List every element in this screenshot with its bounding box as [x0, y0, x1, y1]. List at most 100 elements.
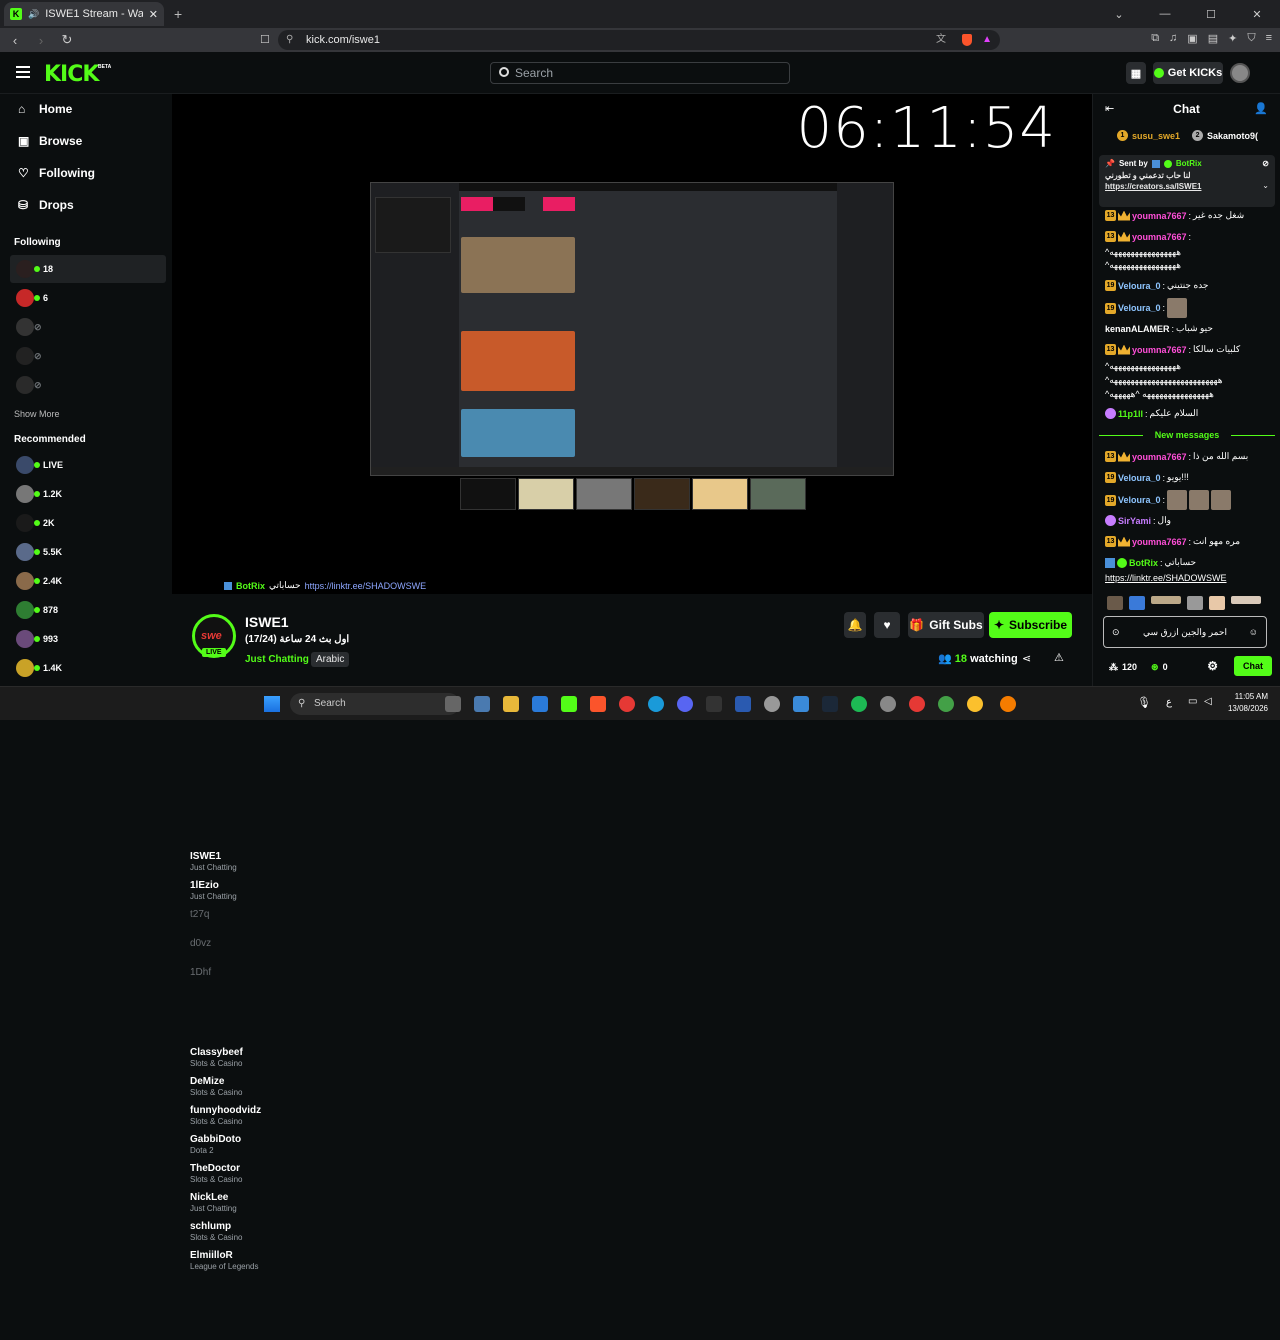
rewards-icon[interactable]: ▲	[982, 30, 992, 50]
taskbar-clock[interactable]: 11:05 AM 13/08/2026	[1228, 691, 1268, 715]
share-icon[interactable]: ⋖	[1022, 652, 1031, 665]
task-view-icon[interactable]	[445, 696, 461, 712]
media-icon[interactable]: ♫	[1169, 32, 1177, 45]
chat-users-icon[interactable]: 👤	[1254, 102, 1268, 115]
chat-username[interactable]: youmna7667	[1132, 232, 1187, 242]
folder-icon[interactable]	[503, 696, 519, 712]
chat-username[interactable]: youmna7667	[1132, 452, 1187, 462]
subscribe-button[interactable]: ✦ Subscribe	[989, 612, 1072, 638]
nav-drops[interactable]: ⛁ Drops	[18, 198, 74, 212]
emote[interactable]	[1231, 596, 1261, 604]
gifter-name[interactable]: Sakamoto9(	[1207, 131, 1258, 141]
following-channel-d0vz[interactable]: d0vz ⊘	[10, 342, 1110, 1028]
following-channel-t27q[interactable]: t27q ⊘	[10, 313, 1110, 999]
emoji-icon[interactable]: ☺	[1249, 617, 1258, 647]
unpin-icon[interactable]: ⊘	[1262, 159, 1269, 168]
chat-username[interactable]: kenanALAMER	[1105, 324, 1170, 334]
forward-button[interactable]: ›	[30, 33, 52, 48]
menu-icon[interactable]: ≡	[1266, 32, 1272, 45]
translate-icon[interactable]: 文	[936, 30, 946, 50]
language-indicator[interactable]: ع	[1166, 697, 1172, 708]
recommended-channel[interactable]: GabbiDoto Dota 2 5.5K	[10, 538, 1110, 1224]
following-channel-iswe1[interactable]: ISWE1 Just Chatting 18	[10, 255, 1110, 941]
taskbar-search[interactable]: ⚲ Search	[290, 693, 460, 715]
nav-browse[interactable]: ▣ Browse	[18, 134, 82, 148]
recommended-channel[interactable]: ElmiilloR League of Legends 1.4K	[10, 654, 1110, 1340]
recommended-channel[interactable]: NickLee Just Chatting 878	[10, 596, 1110, 1282]
follow-button[interactable]: ♥	[874, 612, 900, 638]
brave-shield-icon[interactable]	[962, 34, 972, 46]
kicks-count[interactable]: 0	[1163, 662, 1168, 672]
streamer-name[interactable]: ISWE1	[245, 614, 289, 630]
report-icon[interactable]: ⚠	[1054, 651, 1064, 664]
chat-input[interactable]: ⊙ احمر والجين ازرق سي ☺	[1103, 616, 1267, 648]
site-info-icon[interactable]: ⚲	[286, 30, 293, 50]
photos-icon[interactable]	[793, 696, 809, 712]
points-count[interactable]: 120	[1122, 662, 1137, 672]
app-icon[interactable]	[764, 696, 780, 712]
file-manager-icon[interactable]	[474, 696, 490, 712]
chrome-icon[interactable]	[909, 696, 925, 712]
sidebar-icon[interactable]: ▣	[1187, 32, 1197, 45]
brave-icon[interactable]	[590, 696, 606, 712]
gift-subs-button[interactable]: 🎁 Gift Subs	[908, 612, 984, 638]
network-icon[interactable]: ▭	[1188, 696, 1197, 707]
emote[interactable]	[1187, 596, 1203, 610]
maximize-button[interactable]: ☐	[1188, 8, 1234, 21]
emote[interactable]	[1151, 596, 1181, 604]
gifter-name[interactable]: susu_swe1	[1132, 131, 1180, 141]
kick-logo[interactable]: KICK	[44, 62, 99, 87]
close-tab-icon[interactable]: ✕	[149, 8, 158, 21]
windows-start-icon[interactable]	[264, 696, 280, 712]
recommended-channel[interactable]: funnyhoodvidz Slots & Casino 2K	[10, 509, 1110, 1195]
gear-icon[interactable]: ⚙	[1207, 659, 1218, 673]
bookmark-icon[interactable]: ☐	[260, 33, 270, 46]
chat-username[interactable]: youmna7667	[1132, 211, 1187, 221]
emote[interactable]	[1209, 596, 1225, 610]
new-tab-button[interactable]: +	[174, 6, 182, 22]
recommended-channel[interactable]: DeMize Slots & Casino 1.2K	[10, 480, 1110, 1166]
chrome-icon[interactable]	[619, 696, 635, 712]
address-bar[interactable]: ⚲ kick.com/iswe1 文 ▲	[278, 30, 1000, 50]
nav-home[interactable]: ⌂ Home	[18, 102, 72, 116]
recommended-channel[interactable]: TheDoctor Slots & Casino 2.4K	[10, 567, 1110, 1253]
following-channel-1dhf[interactable]: 1Dhf ⊘	[10, 371, 1110, 1057]
emote[interactable]	[1107, 596, 1123, 610]
volume-icon[interactable]: ◁	[1204, 696, 1212, 707]
pinned-link[interactable]: https://creators.sa/ISWE1	[1105, 182, 1269, 191]
send-chat-button[interactable]: Chat	[1234, 656, 1272, 676]
app-icon[interactable]	[880, 696, 896, 712]
search-input[interactable]: Search	[490, 62, 790, 84]
epic-games-icon[interactable]	[706, 696, 722, 712]
discord-icon[interactable]	[677, 696, 693, 712]
recommended-channel[interactable]: schlump Slots & Casino 993	[10, 625, 1110, 1311]
vpn-icon[interactable]: ⛉	[1247, 32, 1255, 45]
chat-username[interactable]: BotRix	[1129, 558, 1158, 568]
hamburger-menu-icon[interactable]	[16, 66, 30, 78]
bot-link[interactable]: https://linktr.ee/SHADOWSWE	[305, 581, 427, 591]
vscode-icon[interactable]	[532, 696, 548, 712]
mic-icon[interactable]: 🎙	[1137, 696, 1151, 709]
chrome-icon[interactable]	[938, 696, 954, 712]
chat-link[interactable]: https://linktr.ee/SHADOWSWE	[1105, 573, 1227, 583]
browser-tab[interactable]: K 🔊 ISWE1 Stream - Watch Live o ✕	[4, 2, 164, 26]
app-icon[interactable]	[735, 696, 751, 712]
close-window-button[interactable]: ✕	[1234, 8, 1280, 21]
back-button[interactable]: ‹	[4, 33, 26, 48]
overwatch-icon[interactable]	[1000, 696, 1016, 712]
minimize-button[interactable]: —	[1142, 8, 1188, 20]
chrome-icon[interactable]	[967, 696, 983, 712]
chat-username[interactable]: youmna7667	[1132, 345, 1187, 355]
leo-ai-icon[interactable]: ✦	[1228, 32, 1237, 45]
notifications-button[interactable]: 🔔	[844, 612, 866, 638]
chat-username[interactable]: Veloura_0	[1118, 495, 1161, 505]
stream-category[interactable]: Just Chatting	[245, 654, 309, 665]
chat-settings-icon[interactable]: ⊙	[1112, 617, 1120, 647]
chat-username[interactable]: 11p1ll	[1118, 409, 1143, 419]
emote[interactable]	[1129, 596, 1145, 610]
get-kicks-button[interactable]: Get KICKs	[1153, 62, 1223, 84]
show-more-link[interactable]: Show More	[14, 409, 60, 419]
steam-icon[interactable]	[822, 696, 838, 712]
recommended-channel[interactable]: Classybeef Slots & Casino LIVE	[10, 451, 1110, 1137]
reload-button[interactable]: ↻	[56, 32, 78, 48]
